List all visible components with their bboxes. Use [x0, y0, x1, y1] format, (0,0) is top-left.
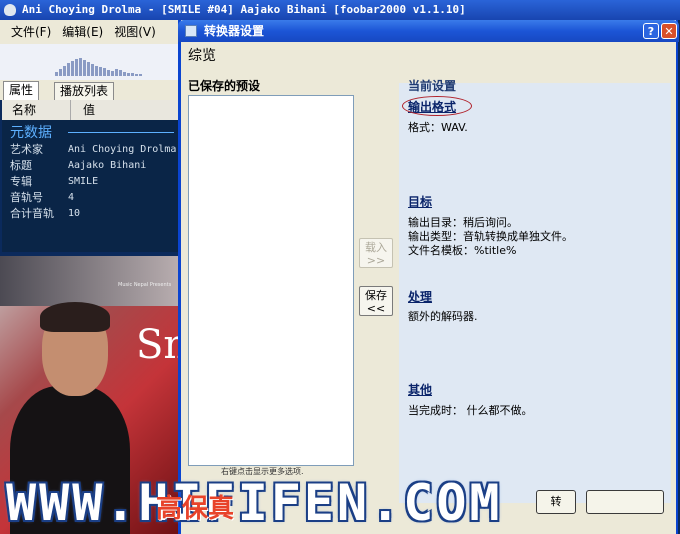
watermark-text: WWW.HIFIFEN.COM [6, 474, 503, 532]
spectrum-bar [83, 60, 86, 76]
spectrum-bar [135, 74, 138, 76]
converter-icon [185, 25, 197, 37]
properties-header: 名称 值 [2, 100, 178, 120]
destination-line: 输出类型：音轨转换成单独文件。 [408, 230, 573, 243]
spectrum-bar [139, 74, 142, 76]
main-window-titlebar: Ani Choying Drolma - [SMILE #04] Aajako … [0, 0, 680, 20]
destination-line: 输出目录：稍后询问。 [408, 216, 518, 229]
metadata-key: 标题 [10, 159, 32, 172]
spectrum-bar [127, 73, 130, 76]
metadata-key: 艺术家 [10, 143, 43, 156]
destination-detail: 输出目录：稍后询问。 输出类型：音轨转换成单独文件。 文件名模板：%title% [408, 216, 573, 258]
metadata-value: 10 [68, 208, 81, 219]
spectrum-bar [103, 68, 106, 76]
properties-panel: 名称 值 元数据 艺术家 Ani Choying Drolma 标题 Aajako … [2, 100, 178, 252]
album-art-label: Music Nepal Presents [118, 282, 172, 288]
album-art-figure-hair [40, 302, 110, 332]
main-window-title: Ani Choying Drolma - [SMILE #04] Aajako … [22, 3, 466, 16]
spectrum-bar [75, 59, 78, 76]
close-button[interactable]: ✕ [661, 23, 677, 39]
other-link[interactable]: 其他 [408, 381, 432, 398]
tab-properties[interactable]: 属性 [3, 81, 40, 100]
spectrum-bar [107, 70, 110, 76]
load-preset-button[interactable]: 载入 >> [359, 238, 393, 268]
foobar-app-icon [4, 4, 16, 16]
album-art-background [0, 256, 180, 306]
saved-presets-list[interactable] [188, 95, 354, 466]
menu-bar: 文件(F) 编辑(E) 视图(V) [0, 20, 180, 44]
metadata-value: Ani Choying Drolma [68, 144, 177, 155]
menu-view[interactable]: 视图(V) [114, 20, 156, 44]
metadata-key: 专辑 [10, 175, 32, 188]
tab-playlist[interactable]: 播放列表 [54, 82, 115, 100]
metadata-key: 合计音轨 [10, 207, 54, 220]
metadata-row[interactable]: 艺术家 Ani Choying Drolma [2, 142, 178, 158]
spectrum-bar [71, 61, 74, 76]
spectrum-bar [55, 72, 58, 76]
current-settings-label: 当前设置 [408, 79, 457, 93]
overview-heading: 综览 [188, 48, 216, 64]
metadata-value: 4 [68, 192, 75, 203]
highlight-ellipse [402, 96, 472, 116]
watermark: WWW.HIFIFEN.COM 高保真 [6, 476, 680, 530]
album-art-text: Sm [136, 322, 180, 368]
value-column-header[interactable]: 值 [71, 100, 95, 120]
spectrum-bar [79, 58, 82, 76]
save-button-arrow: << [366, 302, 386, 315]
spectrum-bars [55, 56, 143, 76]
destination-line: 文件名模板：%title% [408, 244, 517, 257]
metadata-key: 音轨号 [10, 191, 43, 204]
metadata-value: SMILE [68, 176, 99, 187]
other-detail: 当完成时： 什么都不做。 [408, 404, 533, 417]
metadata-value: Aajako Bihani [68, 160, 147, 171]
spectrum-bar [95, 66, 98, 76]
panel-tabs: 属性 播放列表 [0, 80, 180, 100]
save-preset-button[interactable]: 保存 << [359, 286, 393, 316]
output-format-detail: 格式：WAV. [408, 121, 468, 134]
processing-detail: 额外的解码器. [408, 310, 478, 323]
metadata-heading: 元数据 [2, 120, 178, 142]
spectrum-bar [131, 73, 134, 76]
spectrum-bar [59, 69, 62, 76]
spectrum-bar [111, 71, 114, 76]
saved-presets-label: 已保存的预设 [188, 79, 261, 93]
current-settings-panel [399, 83, 671, 503]
spectrum-bar [91, 64, 94, 76]
dialog-titlebar[interactable]: 转换器设置 ? ✕ [178, 20, 679, 42]
metadata-row[interactable]: 专辑 SMILE [2, 174, 178, 190]
save-button-label: 保存 [365, 289, 387, 302]
spectrum-bar [63, 66, 66, 76]
load-button-arrow: >> [366, 254, 386, 267]
metadata-row[interactable]: 标题 Aajako Bihani [2, 158, 178, 174]
spectrum-bar [67, 63, 70, 76]
dialog-title: 转换器设置 [204, 24, 265, 38]
converter-settings-dialog: 转换器设置 ? ✕ 综览 已保存的预设 右键点击显示更多选项. 载入 >> 保存… [178, 20, 679, 534]
metadata-row[interactable]: 合计音轨 10 [2, 206, 178, 222]
processing-link[interactable]: 处理 [408, 288, 432, 305]
metadata-row[interactable]: 音轨号 4 [2, 190, 178, 206]
menu-edit[interactable]: 编辑(E) [62, 20, 103, 44]
load-button-label: 载入 [365, 241, 387, 254]
spectrum-bar [115, 69, 118, 76]
menu-file[interactable]: 文件(F) [11, 20, 51, 44]
help-button[interactable]: ? [643, 23, 659, 39]
spectrum-bar [87, 62, 90, 76]
spectrum-visualizer [0, 44, 180, 80]
spectrum-bar [119, 70, 122, 76]
destination-link[interactable]: 目标 [408, 193, 432, 210]
name-column-header[interactable]: 名称 [2, 100, 71, 120]
spectrum-bar [123, 72, 126, 76]
watermark-chinese-text: 高保真 [156, 494, 235, 524]
spectrum-bar [99, 67, 102, 76]
